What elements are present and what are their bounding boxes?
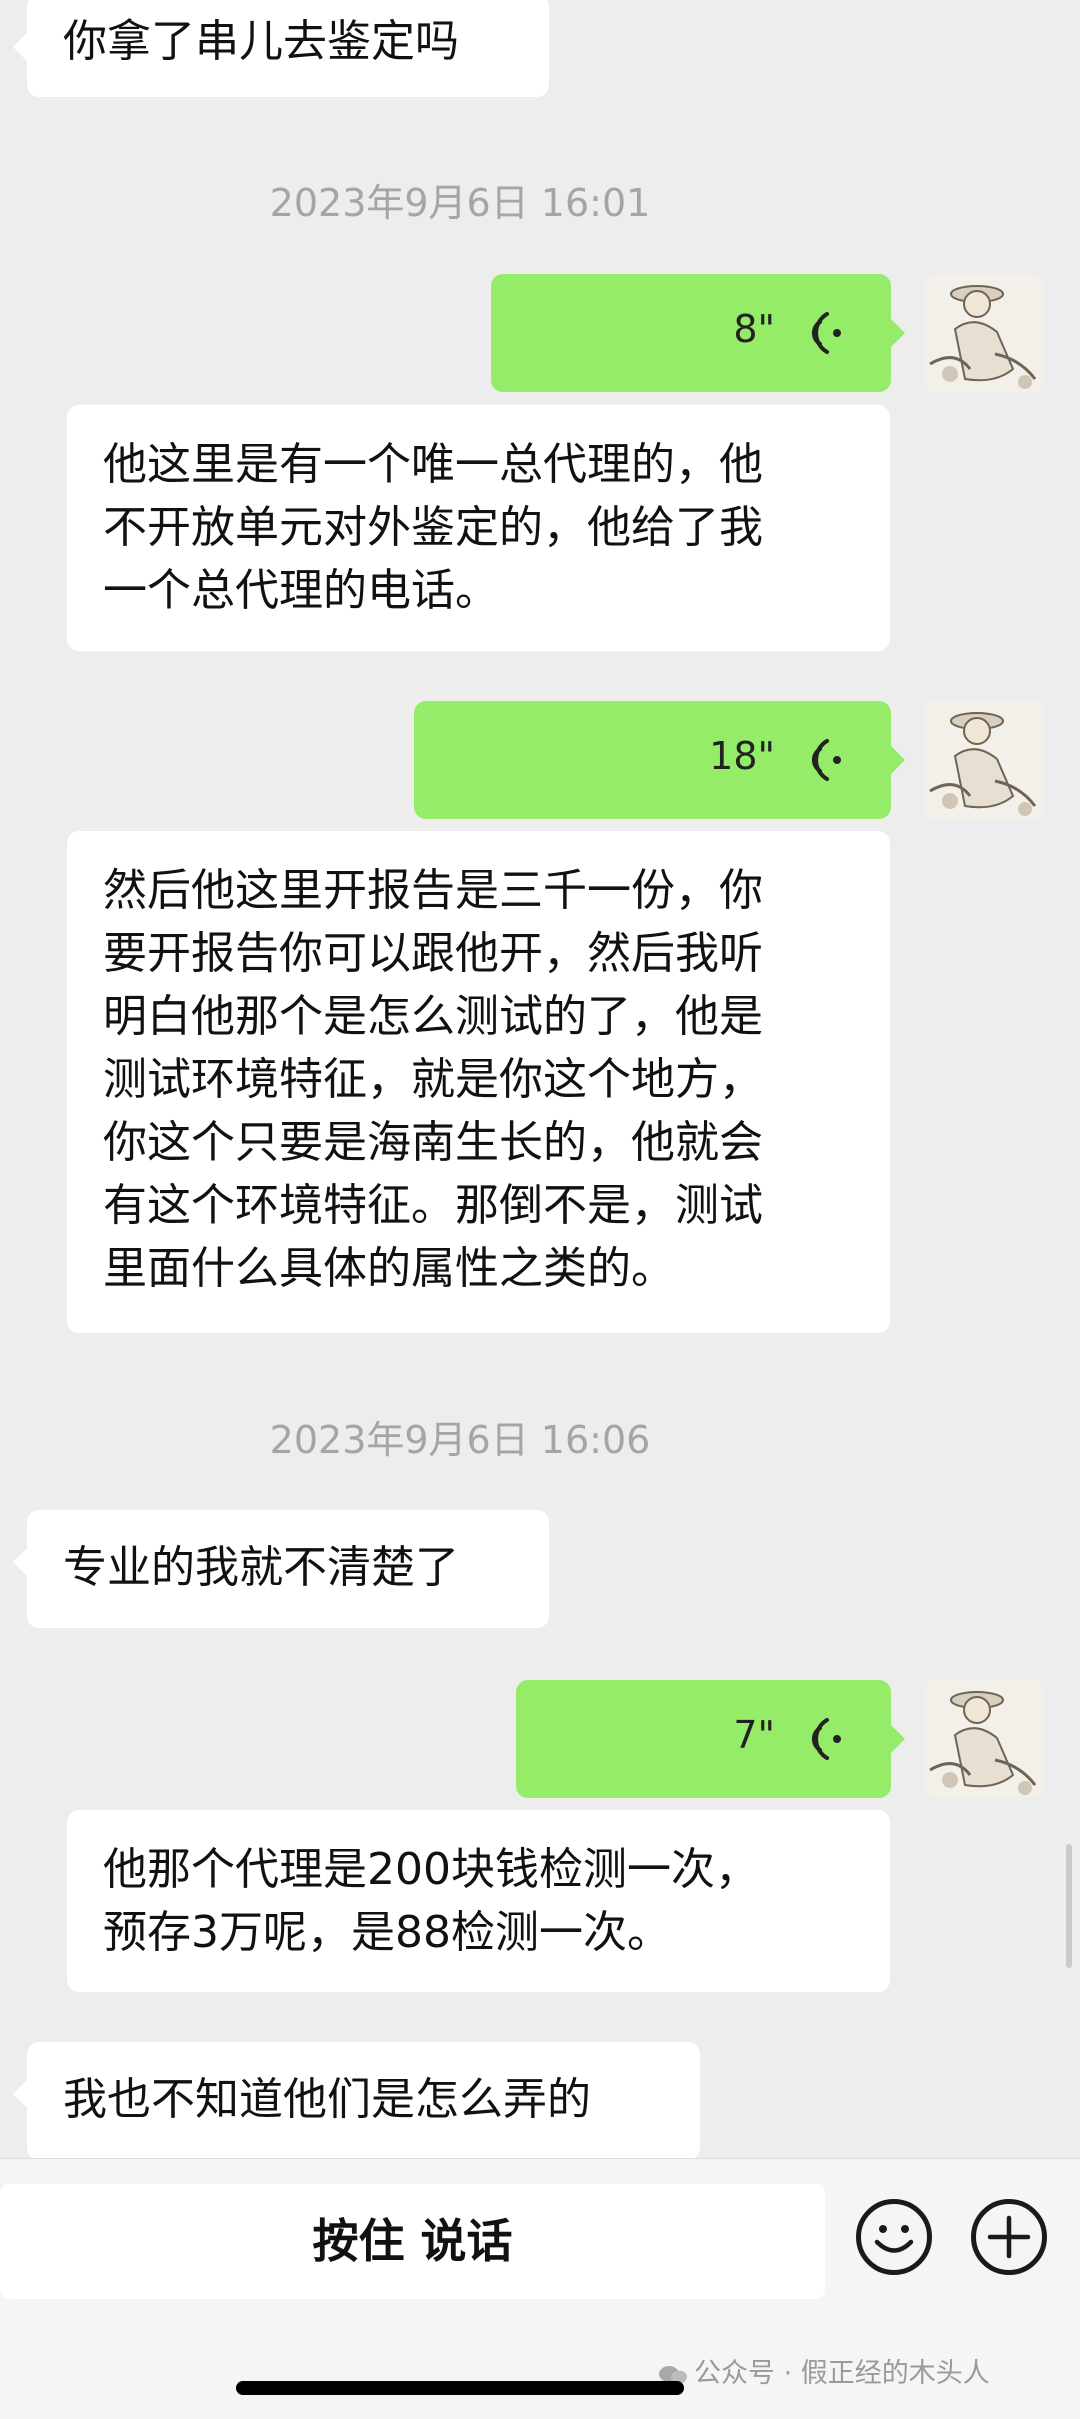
voice-transcript: 然后他这里开报告是三千一份，你 要开报告你可以跟他开，然后我听 明白他那个是怎么… <box>67 831 890 1333</box>
message-bubble[interactable]: 你拿了串儿去鉴定吗 <box>13 0 549 97</box>
home-indicator[interactable] <box>236 2381 684 2395</box>
smiley-icon <box>874 2225 914 2253</box>
message-text: 我也不知道他们是怎么弄的 <box>63 2074 591 2125</box>
scrollbar[interactable] <box>1066 1844 1072 1968</box>
voice-wave-icon <box>812 312 841 354</box>
message-text: 你拿了串儿去鉴定吗 <box>63 16 459 67</box>
more-button[interactable] <box>971 2199 1047 2275</box>
avatar[interactable] <box>925 701 1043 819</box>
avatar[interactable] <box>925 1680 1043 1798</box>
voice-transcript: 他这里是有一个唯一总代理的，他 不开放单元对外鉴定的，他给了我 一个总代理的电话… <box>67 405 890 651</box>
voice-wave-icon <box>812 739 841 781</box>
voice-wave-icon <box>812 1718 841 1760</box>
voice-duration: 18" <box>709 734 775 778</box>
watermark: 公众号 · 假正经的木头人 <box>658 2351 990 2390</box>
timestamp: 2023年9月6日 16:01 <box>269 181 651 225</box>
voice-duration: 7" <box>733 1713 775 1757</box>
watermark-text: 公众号 · 假正经的木头人 <box>694 2358 990 2389</box>
voice-message[interactable]: 7" <box>516 1680 905 1798</box>
plus-icon <box>987 2215 1031 2259</box>
avatar[interactable] <box>925 274 1043 392</box>
voice-transcript: 他那个代理是200块钱检测一次， 预存3万呢，是88检测一次。 <box>67 1810 890 1992</box>
timestamp: 2023年9月6日 16:06 <box>269 1418 651 1462</box>
chat-area: 你拿了串儿去鉴定吗 2023年9月6日 16:01 8" 他这里是有一个唯一总代… <box>0 0 1080 2158</box>
hold-to-talk-button[interactable]: 按住 说话 <box>0 2184 825 2299</box>
input-bar: 按住 说话 公众号 · 假正经的木头人 <box>0 2158 1080 2419</box>
message-text: 专业的我就不清楚了 <box>63 1542 459 1593</box>
voice-message[interactable]: 8" <box>491 274 905 392</box>
message-bubble[interactable]: 专业的我就不清楚了 <box>13 1510 549 1628</box>
message-bubble[interactable]: 我也不知道他们是怎么弄的 <box>13 2042 700 2158</box>
voice-duration: 8" <box>733 307 775 351</box>
emoji-button[interactable] <box>856 2199 932 2275</box>
voice-message[interactable]: 18" <box>414 701 905 819</box>
